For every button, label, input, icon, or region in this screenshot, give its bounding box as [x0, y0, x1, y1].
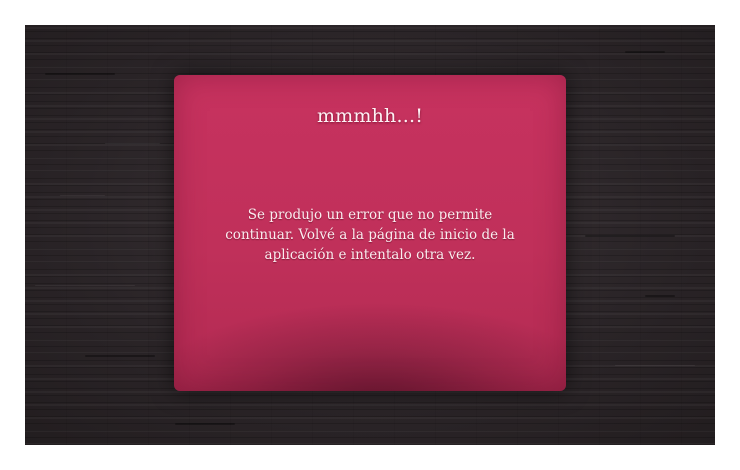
wood-grain	[645, 295, 675, 297]
wood-grain	[585, 235, 675, 237]
wood-grain	[85, 355, 155, 357]
wood-background: mmmhh...! Se produjo un error que no per…	[25, 25, 715, 445]
error-message: Se produjo un error que no permite conti…	[225, 207, 515, 263]
wood-grain	[625, 51, 665, 53]
wood-grain	[45, 73, 115, 75]
wood-grain	[35, 285, 135, 286]
error-card: mmmhh...! Se produjo un error que no per…	[174, 75, 566, 391]
error-title: mmmhh...!	[316, 105, 424, 127]
wood-grain	[615, 365, 695, 366]
wood-grain	[105, 143, 160, 144]
wood-grain	[60, 195, 105, 196]
wood-grain	[175, 423, 235, 425]
